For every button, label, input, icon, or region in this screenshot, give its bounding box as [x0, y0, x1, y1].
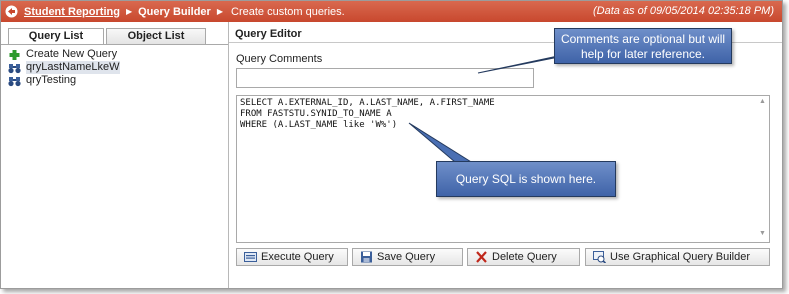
comments-callout: Comments are optional but will help for …: [554, 28, 732, 64]
sql-callout: Query SQL is shown here.: [436, 161, 616, 197]
